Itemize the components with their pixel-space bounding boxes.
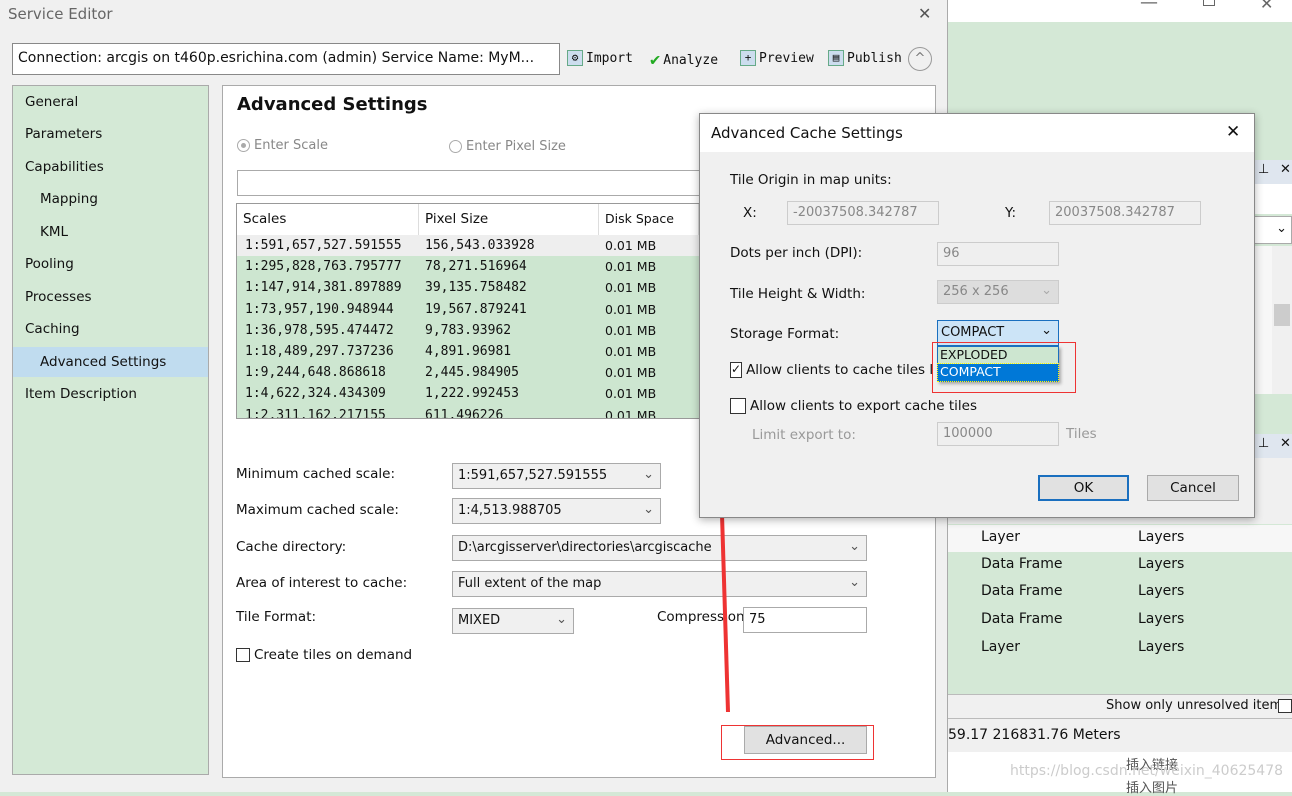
ok-button[interactable]: OK bbox=[1038, 475, 1129, 501]
annotation-box bbox=[932, 342, 1076, 393]
value: 256 x 256 bbox=[943, 284, 1009, 299]
limit-export-label: Limit export to: bbox=[752, 427, 856, 443]
label: Allow clients to export cache tiles bbox=[750, 398, 978, 414]
y-label: Y: bbox=[1005, 205, 1017, 221]
tiles-unit-label: Tiles bbox=[1066, 426, 1097, 442]
origin-y-input[interactable]: 20037508.342787 bbox=[1049, 201, 1201, 225]
storage-format-label: Storage Format: bbox=[730, 326, 840, 342]
chevron-down-icon: ⌄ bbox=[1041, 323, 1052, 338]
tile-size-select[interactable]: 256 x 256 ⌄ bbox=[937, 280, 1059, 304]
allow-cache-checkbox[interactable]: ✓Allow clients to cache tiles locall bbox=[730, 362, 933, 378]
dpi-input[interactable]: 96 bbox=[937, 242, 1059, 266]
allow-export-checkbox[interactable]: Allow clients to export cache tiles bbox=[730, 398, 977, 414]
value: COMPACT bbox=[941, 325, 1005, 340]
tile-origin-label: Tile Origin in map units: bbox=[730, 172, 892, 188]
x-label: X: bbox=[743, 205, 757, 221]
limit-export-input[interactable]: 100000 bbox=[937, 422, 1059, 446]
close-icon[interactable]: ✕ bbox=[1226, 122, 1240, 142]
cancel-button[interactable]: Cancel bbox=[1147, 475, 1239, 501]
origin-x-input[interactable]: -20037508.342787 bbox=[787, 201, 939, 225]
dpi-label: Dots per inch (DPI): bbox=[730, 245, 863, 261]
chevron-down-icon: ⌄ bbox=[1041, 283, 1052, 298]
tile-size-label: Tile Height & Width: bbox=[730, 286, 866, 302]
dialog-title: Advanced Cache Settings bbox=[711, 124, 903, 142]
label: Allow clients to cache tiles locall bbox=[746, 362, 933, 378]
advanced-cache-settings-dialog: Advanced Cache Settings ✕ Tile Origin in… bbox=[699, 113, 1255, 518]
